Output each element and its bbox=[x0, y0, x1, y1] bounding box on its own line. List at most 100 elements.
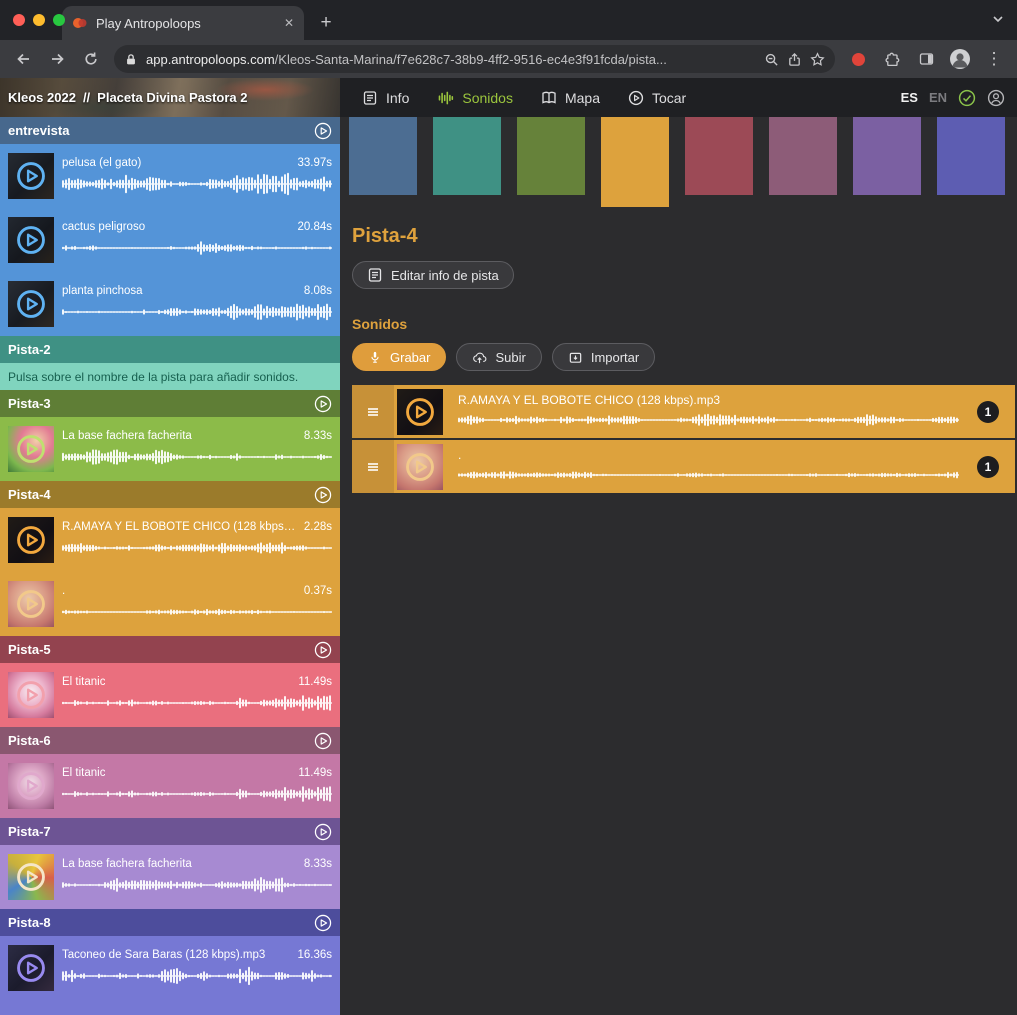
nav-mapa[interactable]: Mapa bbox=[541, 90, 600, 106]
reload-button[interactable] bbox=[76, 44, 106, 74]
track-swatch-5[interactable] bbox=[685, 117, 753, 195]
tab-search-chevron-icon[interactable] bbox=[991, 12, 1005, 26]
upload-button[interactable]: Subir bbox=[456, 343, 541, 371]
sound-item[interactable]: planta pinchosa8.08s bbox=[0, 272, 340, 336]
import-button[interactable]: Importar bbox=[552, 343, 655, 371]
track-swatch-4[interactable] bbox=[601, 117, 669, 207]
header-right: ES EN bbox=[901, 78, 1017, 117]
track-swatch-1[interactable] bbox=[349, 117, 417, 195]
track-header-Pista-2[interactable]: Pista-2 bbox=[0, 336, 340, 363]
browser-menu-icon[interactable]: ⋮ bbox=[979, 44, 1009, 74]
track-header-Pista-3[interactable]: Pista-3 bbox=[0, 390, 340, 417]
zoom-icon[interactable] bbox=[764, 52, 779, 67]
track-swatches bbox=[340, 117, 1017, 209]
sound-item[interactable]: R.AMAYA Y EL BOBOTE CHICO (128 kbps)....… bbox=[0, 508, 340, 572]
sound-item[interactable]: pelusa (el gato)33.97s bbox=[0, 144, 340, 208]
lang-en[interactable]: EN bbox=[929, 90, 947, 105]
profile-avatar[interactable] bbox=[945, 44, 975, 74]
play-circle-icon bbox=[314, 122, 332, 140]
track-swatch-8[interactable] bbox=[937, 117, 1005, 195]
record-button[interactable]: Grabar bbox=[352, 343, 446, 371]
sound-waveform bbox=[458, 410, 959, 430]
thumb-play-icon bbox=[8, 581, 54, 627]
nav-label: Tocar bbox=[652, 90, 686, 106]
track-sounds-Pista-8: Taconeo de Sara Baras (128 kbps).mp316.3… bbox=[0, 936, 340, 1015]
nav-tocar[interactable]: Tocar bbox=[628, 90, 686, 106]
extensions-puzzle-icon[interactable] bbox=[877, 44, 907, 74]
sound-duration: 20.84s bbox=[297, 221, 332, 233]
record-label: Grabar bbox=[390, 350, 430, 365]
track-play-button[interactable] bbox=[314, 823, 332, 841]
minimize-window-button[interactable] bbox=[33, 14, 45, 26]
forward-button[interactable] bbox=[42, 44, 72, 74]
project-banner[interactable]: Kleos 2022 // Placeta Divina Pastora 2 bbox=[0, 78, 340, 117]
browser-tab[interactable]: Play Antropoloops ✕ bbox=[62, 6, 304, 40]
track-sounds-Pista-7: La base fachera facherita8.33s bbox=[0, 845, 340, 909]
track-swatch-6[interactable] bbox=[769, 117, 837, 195]
breadcrumb: Kleos 2022 // Placeta Divina Pastora 2 bbox=[0, 90, 247, 105]
close-window-button[interactable] bbox=[13, 14, 25, 26]
sound-row[interactable]: .1 bbox=[352, 440, 1015, 493]
sound-info: La base fachera facherita8.33s bbox=[62, 858, 332, 897]
track-swatch-3[interactable] bbox=[517, 117, 585, 195]
session-name: Placeta Divina Pastora 2 bbox=[97, 90, 247, 105]
track-header-Pista-5[interactable]: Pista-5 bbox=[0, 636, 340, 663]
saved-check-icon[interactable] bbox=[958, 89, 976, 107]
sound-item[interactable]: El titanic11.49s bbox=[0, 754, 340, 818]
lang-es[interactable]: ES bbox=[901, 90, 918, 105]
maximize-window-button[interactable] bbox=[53, 14, 65, 26]
edit-track-info-button[interactable]: Editar info de pista bbox=[352, 261, 514, 289]
nav-info[interactable]: Info bbox=[362, 90, 409, 106]
back-button[interactable] bbox=[8, 44, 38, 74]
import-icon bbox=[568, 350, 583, 365]
recording-extension-icon[interactable] bbox=[843, 44, 873, 74]
track-header-Pista-4[interactable]: Pista-4 bbox=[0, 481, 340, 508]
sound-meta: planta pinchosa8.08s bbox=[62, 285, 332, 297]
tab-close-icon[interactable]: ✕ bbox=[284, 17, 294, 29]
browser-toolbar: app.antropoloops.com/Kleos-Santa-Marina/… bbox=[0, 40, 1017, 78]
waveform-icon bbox=[437, 90, 454, 106]
track-header-entrevista[interactable]: entrevista bbox=[0, 117, 340, 144]
track-Pista-4: Pista-4R.AMAYA Y EL BOBOTE CHICO (128 kb… bbox=[0, 481, 340, 636]
nav-sonidos[interactable]: Sonidos bbox=[437, 90, 513, 106]
sound-waveform bbox=[62, 964, 332, 988]
sound-count-badge: 1 bbox=[977, 456, 999, 478]
sound-title: . bbox=[458, 448, 959, 462]
sound-thumbnail bbox=[8, 672, 54, 718]
new-tab-button[interactable]: + bbox=[312, 9, 340, 37]
track-swatch-2[interactable] bbox=[433, 117, 501, 195]
side-panel-icon[interactable] bbox=[911, 44, 941, 74]
track-play-button[interactable] bbox=[314, 641, 332, 659]
track-header-Pista-8[interactable]: Pista-8 bbox=[0, 909, 340, 936]
track-sounds-entrevista: pelusa (el gato)33.97scactus peligroso20… bbox=[0, 144, 340, 336]
track-header-Pista-7[interactable]: Pista-7 bbox=[0, 818, 340, 845]
sound-item[interactable]: .0.37s bbox=[0, 572, 340, 636]
sound-row[interactable]: R.AMAYA Y EL BOBOTE CHICO (128 kbps).mp3… bbox=[352, 385, 1015, 438]
account-icon[interactable] bbox=[987, 89, 1005, 107]
bookmark-star-icon[interactable] bbox=[810, 52, 825, 67]
share-icon[interactable] bbox=[787, 52, 802, 67]
drag-handle-icon[interactable] bbox=[352, 440, 394, 493]
sound-waveform bbox=[458, 465, 959, 485]
track-play-button[interactable] bbox=[314, 122, 332, 140]
sound-waveform bbox=[62, 536, 332, 560]
track-play-button[interactable] bbox=[314, 486, 332, 504]
track-play-button[interactable] bbox=[314, 914, 332, 932]
track-name: entrevista bbox=[8, 123, 69, 138]
sound-item[interactable]: El titanic11.49s bbox=[0, 663, 340, 727]
track-header-Pista-6[interactable]: Pista-6 bbox=[0, 727, 340, 754]
track-swatch-7[interactable] bbox=[853, 117, 921, 195]
sound-item[interactable]: Taconeo de Sara Baras (128 kbps).mp316.3… bbox=[0, 936, 340, 1000]
drag-handle-icon[interactable] bbox=[352, 385, 394, 438]
sound-thumbnail bbox=[8, 945, 54, 991]
track-play-button[interactable] bbox=[314, 732, 332, 750]
sound-meta: El titanic11.49s bbox=[62, 767, 332, 779]
sound-meta: La base fachera facherita8.33s bbox=[62, 430, 332, 442]
sound-item[interactable]: cactus peligroso20.84s bbox=[0, 208, 340, 272]
address-bar[interactable]: app.antropoloops.com/Kleos-Santa-Marina/… bbox=[114, 45, 835, 73]
track-play-button[interactable] bbox=[314, 395, 332, 413]
sound-item[interactable]: La base fachera facherita8.33s bbox=[0, 845, 340, 909]
sound-duration: 16.36s bbox=[297, 949, 332, 961]
track-detail-panel: Pista-4 Editar info de pista Sonidos Gra… bbox=[340, 117, 1017, 1015]
sound-item[interactable]: La base fachera facherita8.33s bbox=[0, 417, 340, 481]
